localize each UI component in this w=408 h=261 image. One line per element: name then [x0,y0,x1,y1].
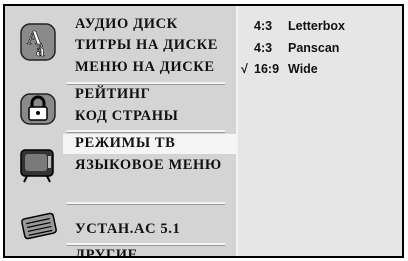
menu-separator [67,130,225,133]
language-icon: A ä [19,22,57,67]
option-ratio: 4:3 [254,41,273,55]
option-check-selected: √ [241,62,248,76]
option-panscan[interactable]: 4:3 Panscan [241,41,339,55]
menu-separator [67,82,225,85]
option-ratio: 4:3 [254,19,273,33]
menu-separator [67,243,225,246]
options-panel: 4:3 Letterbox 4:3 Panscan √ 16:9 Wide [238,6,402,256]
menu-item-tv-modes[interactable]: РЕЖИМЫ ТВ [75,135,175,152]
menu-item-audio-disc[interactable]: АУДИО ДИСК [75,16,178,33]
svg-text:ä: ä [36,41,45,60]
lock-icon [19,92,57,131]
menu-item-language-menu[interactable]: ЯЗЫКОВОЕ МЕНЮ [75,157,222,174]
option-label: Panscan [288,41,340,55]
option-label: Letterbox [288,19,345,33]
menu-item-rating[interactable]: РЕЙТИНГ [75,86,150,103]
menu-item-disc-subtitles[interactable]: ТИТРЫ НА ДИСКЕ [75,37,218,54]
option-ratio: 16:9 [254,62,280,76]
menu-item-country-code[interactable]: КОД СТРАНЫ [75,108,178,125]
menu-separator [67,202,225,205]
menu-item-other[interactable]: ДРУГИЕ [75,247,138,256]
menu-item-disc-menu[interactable]: МЕНЮ НА ДИСКЕ [75,59,215,76]
speaker-icon [19,210,59,247]
option-wide[interactable]: √ 16:9 Wide [241,62,318,76]
option-letterbox[interactable]: 4:3 Letterbox [241,19,345,33]
menu-item-ac51-setup[interactable]: УСТАН.AC 5.1 [75,221,180,238]
menu-panel: A ä АУДИО ДИСК ТИТРЫ НА ДИСКЕ МЕНЮ НА ДИ… [5,6,238,256]
option-label: Wide [288,62,318,76]
tv-icon [19,146,57,189]
setup-menu-screen: A ä АУДИО ДИСК ТИТРЫ НА ДИСКЕ МЕНЮ НА ДИ… [3,4,404,258]
